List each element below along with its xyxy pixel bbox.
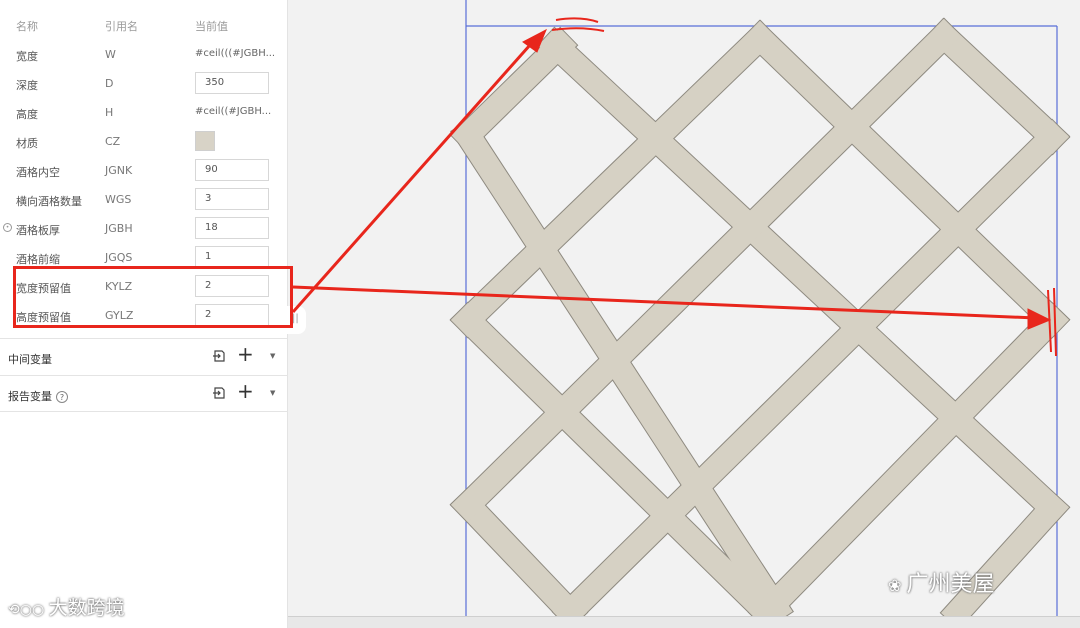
scribble-top	[551, 17, 605, 32]
property-name: 酒格板厚	[16, 224, 60, 237]
property-name: 宽度	[16, 50, 38, 63]
lattice-slat	[451, 488, 587, 628]
property-name: 酒格内空	[16, 166, 60, 179]
add-icon[interactable]: +	[237, 344, 254, 364]
property-row: 宽度 W #ceil(((#JGBH...	[0, 41, 288, 70]
watermark-left: ⟲○○ 大数跨境	[8, 597, 125, 619]
section-title: 报告变量?	[8, 388, 68, 404]
property-value-formula[interactable]: #ceil(((#JGBH...	[195, 48, 275, 59]
property-value-input[interactable]: 90	[195, 159, 269, 181]
canvas-bottom-scrollbar[interactable]	[288, 616, 1080, 628]
header-ref: 引用名	[105, 20, 138, 33]
property-value-input[interactable]: 3	[195, 188, 269, 210]
annotation-highlight-box	[13, 266, 293, 328]
property-value-input[interactable]: 1	[195, 246, 269, 268]
property-ref: W	[105, 48, 116, 61]
property-ref: JGNK	[105, 164, 133, 177]
lattice-slats	[449, 17, 1071, 628]
watermark-right: ❀ 广州美屋	[888, 572, 995, 597]
import-icon[interactable]	[212, 349, 226, 363]
property-name: 深度	[16, 79, 38, 92]
material-swatch[interactable]	[195, 131, 215, 151]
section-report-vars[interactable]: 报告变量? + ▼	[0, 375, 288, 412]
info-icon[interactable]: •	[3, 223, 12, 232]
property-row: • 酒格板厚 JGBH 18	[0, 215, 288, 244]
property-row: 深度 D 350	[0, 70, 288, 99]
property-value-input[interactable]: 18	[195, 217, 269, 239]
lattice-slat	[553, 120, 1069, 628]
property-row: 横向酒格数量 WGS 3	[0, 186, 288, 215]
property-ref: CZ	[105, 135, 121, 148]
property-ref: D	[105, 77, 114, 90]
section-intermediate-vars[interactable]: 中间变量 + ▼	[0, 338, 288, 375]
caret-down-icon[interactable]: ▼	[270, 389, 275, 397]
property-name: 酒格前缩	[16, 253, 60, 266]
help-icon[interactable]: ?	[56, 391, 68, 403]
property-ref: H	[105, 106, 114, 119]
property-ref: JGQS	[105, 251, 133, 264]
property-value-input[interactable]: 350	[195, 72, 269, 94]
wine-rack-drawing	[291, 0, 1071, 628]
add-icon[interactable]: +	[237, 381, 254, 401]
caret-down-icon[interactable]: ▼	[270, 352, 275, 360]
property-row: 酒格内空 JGNK 90	[0, 157, 288, 186]
lattice-slat	[538, 28, 1069, 525]
property-name: 高度	[16, 108, 38, 121]
property-name: 横向酒格数量	[16, 195, 82, 208]
property-name: 材质	[16, 137, 38, 150]
property-ref: WGS	[105, 193, 132, 206]
design-canvas[interactable]	[288, 0, 1080, 628]
lattice-slat	[451, 28, 577, 152]
property-row: 材质 CZ	[0, 128, 288, 157]
property-ref: JGBH	[105, 222, 133, 235]
header-value: 当前值	[195, 20, 228, 33]
header-name: 名称	[16, 20, 38, 33]
lattice-slat	[927, 19, 1069, 154]
section-title: 中间变量	[8, 353, 52, 366]
property-value-formula[interactable]: #ceil((#JGBH...	[195, 106, 271, 117]
property-row: 高度 H #ceil((#JGBH...	[0, 99, 288, 128]
import-icon[interactable]	[212, 386, 226, 400]
